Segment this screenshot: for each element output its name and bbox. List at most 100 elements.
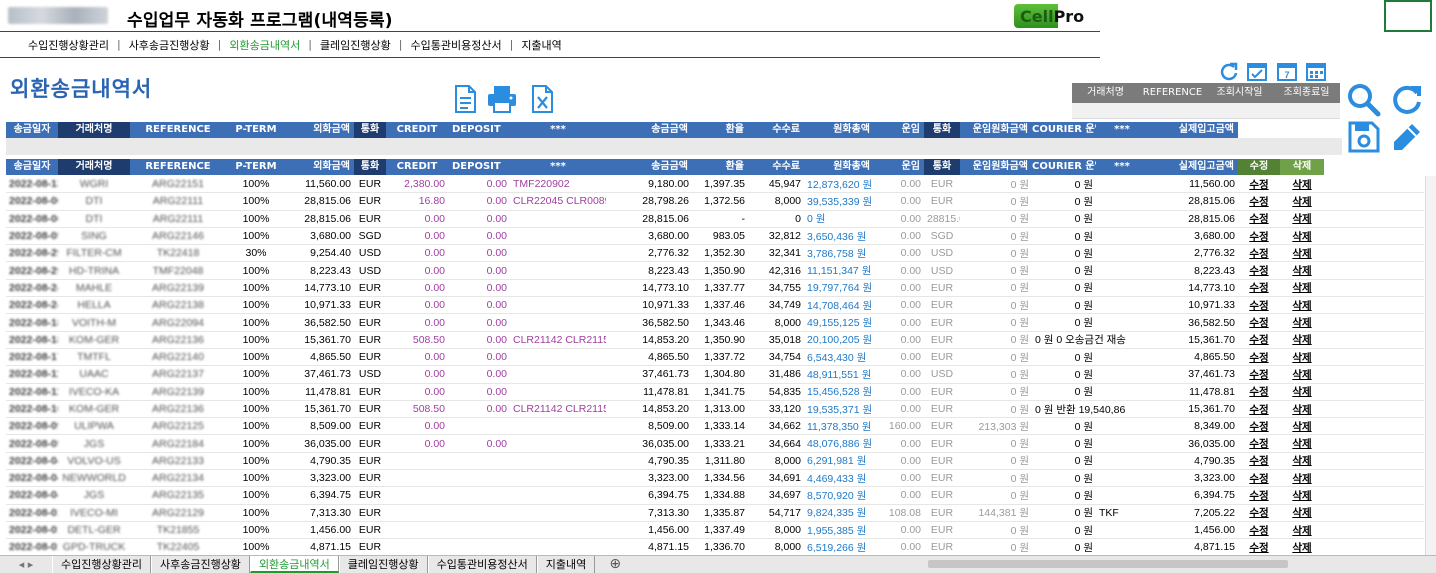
col-header-17: *** [1096, 159, 1148, 175]
table-row: 2022-08-18 VOITH-M ARG22094 100% 36,582.50 EU… [6, 314, 1424, 332]
horizontal-scroll-thumb[interactable] [928, 560, 1288, 568]
delete-button[interactable]: 삭제 [1280, 384, 1324, 399]
sheet-tab-5[interactable]: 지출내역 [536, 556, 596, 573]
reload-icon[interactable] [1390, 83, 1424, 117]
delete-button[interactable]: 삭제 [1280, 315, 1324, 330]
calendar-7-icon[interactable]: 7 [1276, 61, 1298, 81]
cell-pterm: 100% [242, 524, 270, 537]
nav-item-5[interactable]: 지출내역 [513, 37, 569, 53]
save-icon[interactable] [1347, 120, 1381, 154]
edit-button[interactable]: 수정 [1238, 505, 1280, 520]
cell-date: 2022-08-06 [9, 195, 58, 208]
delete-button[interactable]: 삭제 [1280, 471, 1324, 486]
excel-icon[interactable] [528, 84, 556, 114]
delete-button[interactable]: 삭제 [1280, 402, 1324, 417]
edit-button[interactable]: 수정 [1238, 211, 1280, 226]
delete-button[interactable]: 삭제 [1280, 419, 1324, 434]
calendar-check-icon[interactable] [1246, 61, 1268, 81]
vertical-scrollbar[interactable] [1425, 176, 1436, 556]
delete-button[interactable]: 삭제 [1280, 350, 1324, 365]
edit-button[interactable]: 수정 [1238, 332, 1280, 347]
add-sheet-icon[interactable]: ⊕ [595, 556, 635, 573]
cell-fx-amount: 3,680.00 [310, 230, 351, 243]
document-icon[interactable] [451, 84, 479, 114]
cell-currency: SGD [358, 230, 382, 243]
calendar-month-icon[interactable] [1305, 61, 1327, 81]
edit-button[interactable]: 수정 [1238, 350, 1280, 365]
delete-button[interactable]: 삭제 [1280, 298, 1324, 313]
cell-vendor: DTI [85, 212, 103, 225]
delete-button[interactable]: 삭제 [1280, 177, 1324, 192]
filter-input-row[interactable] [1072, 103, 1340, 119]
delete-button[interactable]: 삭제 [1280, 540, 1324, 555]
selected-cell[interactable] [1384, 0, 1432, 32]
edit-button[interactable]: 수정 [1238, 315, 1280, 330]
search-icon[interactable] [1347, 83, 1381, 117]
delete-button[interactable]: 삭제 [1280, 332, 1324, 347]
edit-button[interactable]: 수정 [1238, 298, 1280, 313]
edit-button[interactable]: 수정 [1238, 194, 1280, 209]
edit-button[interactable]: 수정 [1238, 436, 1280, 451]
cell-remit-amount: 14,853.20 [642, 403, 689, 415]
sheet-tab-0[interactable]: 수입진행상황관리 [52, 556, 151, 573]
nav-item-1[interactable]: 사후송금진행상황 [121, 37, 218, 53]
delete-button[interactable]: 삭제 [1280, 194, 1324, 209]
cell-fee: 8,000 [774, 195, 801, 208]
horizontal-scrollbar[interactable] [862, 558, 1436, 570]
cellpro-logo-pro: Pro [1053, 7, 1085, 26]
delete-button[interactable]: 삭제 [1280, 246, 1324, 261]
table-row: 2022-08-05 JGS ARG22184 100% 36,035.00 EUR 0.0… [6, 435, 1424, 453]
edit-icon[interactable] [1390, 120, 1424, 154]
search-criteria-input-row[interactable] [6, 138, 1342, 155]
nav-item-2[interactable]: 외환송금내역서 [221, 37, 308, 53]
cell-currency: USD [358, 368, 382, 381]
delete-button[interactable]: 삭제 [1280, 453, 1324, 468]
edit-button[interactable]: 수정 [1238, 523, 1280, 538]
cell-courier: 0 원 [1074, 282, 1093, 295]
sheet-tab-4[interactable]: 수입통관비용정산서 [427, 556, 537, 573]
delete-button[interactable]: 삭제 [1280, 436, 1324, 451]
refresh-small-icon[interactable] [1218, 61, 1240, 81]
cell-fx-amount: 3,323.00 [310, 472, 351, 485]
delete-button[interactable]: 삭제 [1280, 367, 1324, 382]
nav-item-3[interactable]: 클레임진행상황 [312, 37, 399, 53]
delete-button[interactable]: 삭제 [1280, 488, 1324, 503]
delete-button[interactable]: 삭제 [1280, 211, 1324, 226]
edit-button[interactable]: 수정 [1238, 540, 1280, 555]
sheet-tab-1[interactable]: 사후송금진행상황 [150, 556, 250, 573]
cell-krw-total: 48,076,886 원 [807, 438, 873, 451]
delete-button[interactable]: 삭제 [1280, 523, 1324, 538]
nav-item-4[interactable]: 수입통관비용정산서 [403, 37, 510, 53]
edit-button[interactable]: 수정 [1238, 419, 1280, 434]
nav-item-0[interactable]: 수입진행상황관리 [20, 37, 117, 53]
delete-button[interactable]: 삭제 [1280, 229, 1324, 244]
edit-button[interactable]: 수정 [1238, 177, 1280, 192]
cell-fx-amount: 8,223.43 [310, 264, 351, 277]
edit-button[interactable]: 수정 [1238, 367, 1280, 382]
table-row: 2022-08-01 DETL-GER TK21855 100% 1,456.00 EUR… [6, 522, 1424, 540]
cell-rate: 1,337.49 [704, 524, 745, 537]
cell-pterm: 100% [242, 299, 270, 312]
edit-button[interactable]: 수정 [1238, 488, 1280, 503]
delete-button[interactable]: 삭제 [1280, 280, 1324, 295]
col-header-8: *** [510, 159, 606, 175]
edit-button[interactable]: 수정 [1238, 453, 1280, 468]
cell-fee: 42,316 [768, 264, 801, 277]
sheet-scroll-arrows[interactable]: ◂ ▸ [0, 556, 52, 573]
edit-button[interactable]: 수정 [1238, 280, 1280, 295]
sheet-tab-3[interactable]: 클레임진행상황 [338, 556, 428, 573]
cell-vendor: JGS [83, 489, 105, 502]
edit-button[interactable]: 수정 [1238, 246, 1280, 261]
edit-button[interactable]: 수정 [1238, 384, 1280, 399]
edit-button[interactable]: 수정 [1238, 229, 1280, 244]
cell-pterm: 100% [242, 368, 270, 381]
cell-date: 2022-08-09 [9, 420, 58, 433]
sheet-tab-2[interactable]: 외환송금내역서 [249, 556, 339, 573]
print-icon[interactable] [486, 84, 518, 114]
delete-button[interactable]: 삭제 [1280, 505, 1324, 520]
delete-button[interactable]: 삭제 [1280, 263, 1324, 278]
edit-button[interactable]: 수정 [1238, 263, 1280, 278]
edit-button[interactable]: 수정 [1238, 471, 1280, 486]
col-header-1: 거래처명 [58, 122, 130, 138]
edit-button[interactable]: 수정 [1238, 402, 1280, 417]
